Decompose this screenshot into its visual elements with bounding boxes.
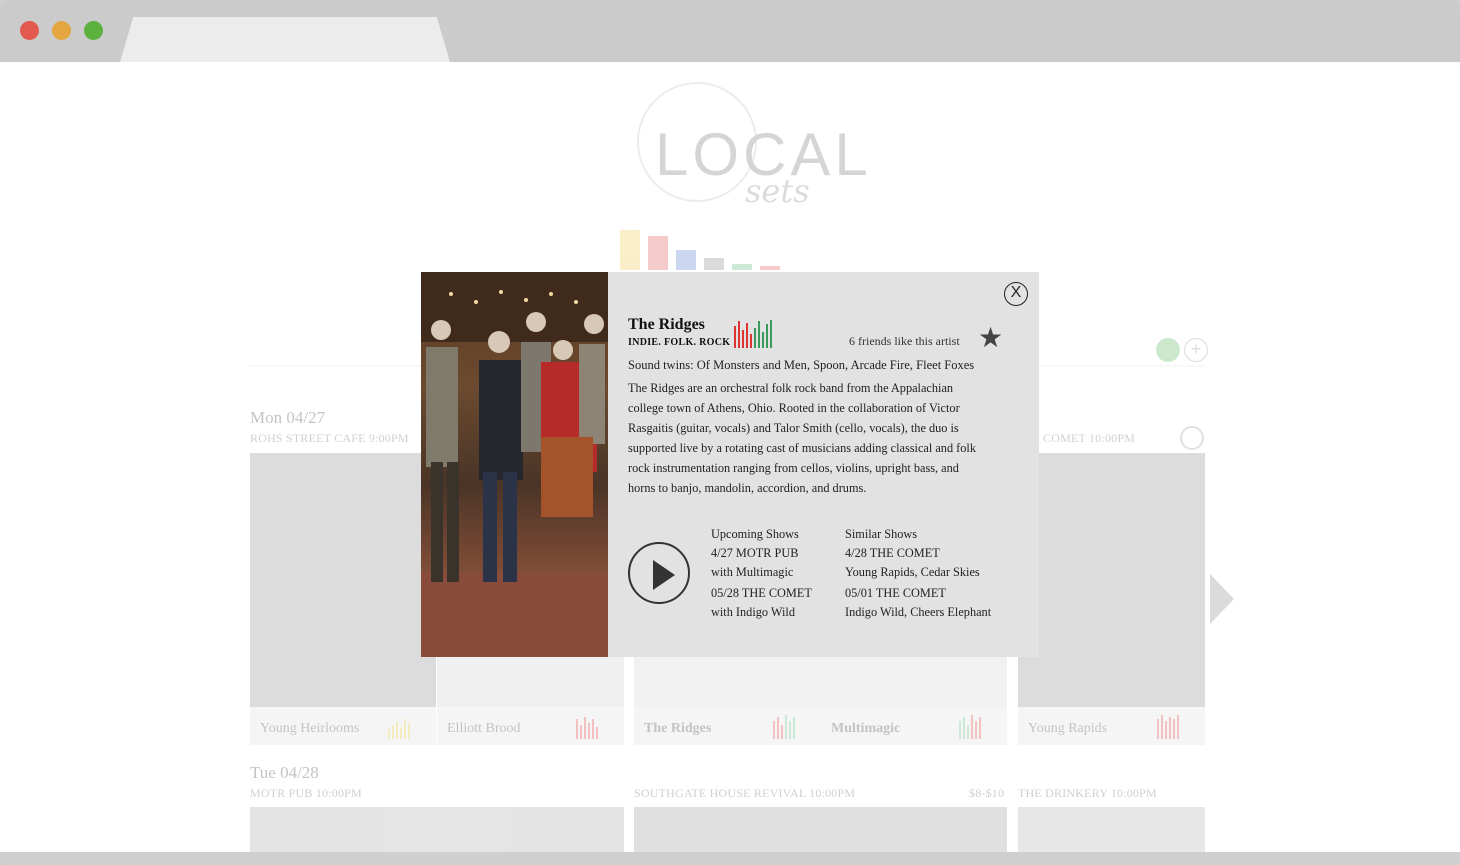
maximize-window-button[interactable]: [84, 21, 103, 40]
venue-label: COMET 10:00PM: [1043, 431, 1136, 445]
close-modal-button[interactable]: X: [1004, 282, 1028, 306]
refresh-icon[interactable]: [1180, 426, 1204, 450]
logo-script: sets: [745, 172, 810, 210]
show-item[interactable]: 05/28 THE COMET: [711, 584, 812, 603]
play-button[interactable]: [628, 542, 690, 604]
band-photo: [421, 272, 608, 657]
close-window-button[interactable]: [20, 21, 39, 40]
venue-label: THE DRINKERY 10:00PM: [1018, 786, 1157, 800]
day-title-tue: Tue 04/28: [250, 763, 319, 782]
show-item[interactable]: 4/28 THE COMET: [845, 544, 991, 563]
show-detail: Indigo Wild, Cheers Elephant: [845, 605, 992, 619]
artist-card[interactable]: [634, 807, 1007, 852]
artist-card[interactable]: Young Heirlooms: [250, 453, 436, 745]
upcoming-shows-heading: Upcoming Shows: [711, 527, 799, 541]
friends-count: 6 friends like this artist: [849, 334, 960, 348]
site-logo[interactable]: LOCAL sets: [637, 82, 868, 212]
artist-card-name: Elliott Brood: [447, 721, 521, 736]
show-detail: Young Rapids, Cedar Skies: [845, 565, 980, 579]
bio-line: horns to banjo, mandolin, accordion, and…: [628, 481, 867, 495]
artist-card-name: Young Rapids: [1028, 721, 1108, 736]
show-detail: with Indigo Wild: [711, 605, 795, 619]
show-item[interactable]: 05/01 THE COMET: [845, 584, 991, 603]
show-item[interactable]: 4/27 MOTR PUB: [711, 544, 812, 563]
bars-icon: [576, 713, 616, 739]
add-icon[interactable]: +: [1184, 338, 1208, 362]
price-label: $8-$10: [969, 786, 1005, 800]
upcoming-shows: Upcoming Shows 4/27 MOTR PUB with Multim…: [711, 525, 812, 622]
band-photo-art: [421, 272, 608, 657]
equalizer-decoration: [620, 230, 790, 270]
bars-icon: [1157, 713, 1197, 739]
artist-card[interactable]: Young Rapids: [1018, 453, 1205, 745]
page: LOCAL sets + Mon 04/27 ROHS STREET CAFE …: [0, 62, 1460, 852]
artist-card[interactable]: [1018, 807, 1205, 852]
spotify-icon[interactable]: [1156, 338, 1180, 362]
similar-shows-heading: Similar Shows: [845, 527, 918, 541]
bio-line: supported live by a rotating cast of mus…: [628, 441, 976, 455]
next-arrow-icon[interactable]: [1210, 574, 1234, 624]
artist-card[interactable]: [250, 807, 624, 852]
minimize-window-button[interactable]: [52, 21, 71, 40]
browser-window: LOCAL sets + Mon 04/27 ROHS STREET CAFE …: [0, 0, 1460, 865]
venue-label: MOTR PUB 10:00PM: [250, 786, 362, 800]
browser-tab[interactable]: [120, 17, 450, 62]
artist-card-name: Multimagic: [831, 721, 901, 736]
bio-line: rock instrumentation ranging from cellos…: [628, 461, 959, 475]
artist-name: The Ridges: [628, 316, 705, 333]
bars-icon: [388, 713, 428, 739]
show-detail: with Multimagic: [711, 565, 794, 579]
artist-bio: The Ridges are an orchestral folk rock b…: [628, 378, 1000, 498]
browser-chrome: [0, 0, 1460, 62]
artist-photo: [1018, 453, 1205, 707]
bio-line: The Ridges are an orchestral folk rock b…: [628, 381, 954, 395]
sound-twins: Sound twins: Of Monsters and Men, Spoon,…: [628, 358, 975, 372]
artist-card-name: The Ridges: [644, 721, 712, 736]
day-title-mon: Mon 04/27: [250, 408, 326, 427]
similar-shows: Similar Shows 4/28 THE COMET Young Rapid…: [845, 525, 991, 622]
bio-line: college town of Athens, Ohio. Rooted in …: [628, 401, 960, 415]
favorite-star-icon[interactable]: ★: [978, 325, 1003, 353]
bio-line: Rasgaitis (guitar, vocals) and Talor Smi…: [628, 421, 959, 435]
artist-modal: X The Ridges INDIE. FOLK. ROCK 6 friends…: [421, 272, 1039, 657]
bars-icon: [773, 713, 813, 739]
artist-card-name: Young Heirlooms: [260, 721, 360, 736]
venue-label: SOUTHGATE HOUSE REVIVAL 10:00PM: [634, 786, 856, 800]
popularity-bars-icon: [734, 318, 774, 348]
venue-label: ROHS STREET CAFE 9:00PM: [250, 431, 409, 445]
artist-photo: [250, 453, 436, 707]
window-bottom-edge: [0, 852, 1460, 865]
bars-icon: [959, 713, 999, 739]
artist-genre: INDIE. FOLK. ROCK: [628, 337, 731, 348]
